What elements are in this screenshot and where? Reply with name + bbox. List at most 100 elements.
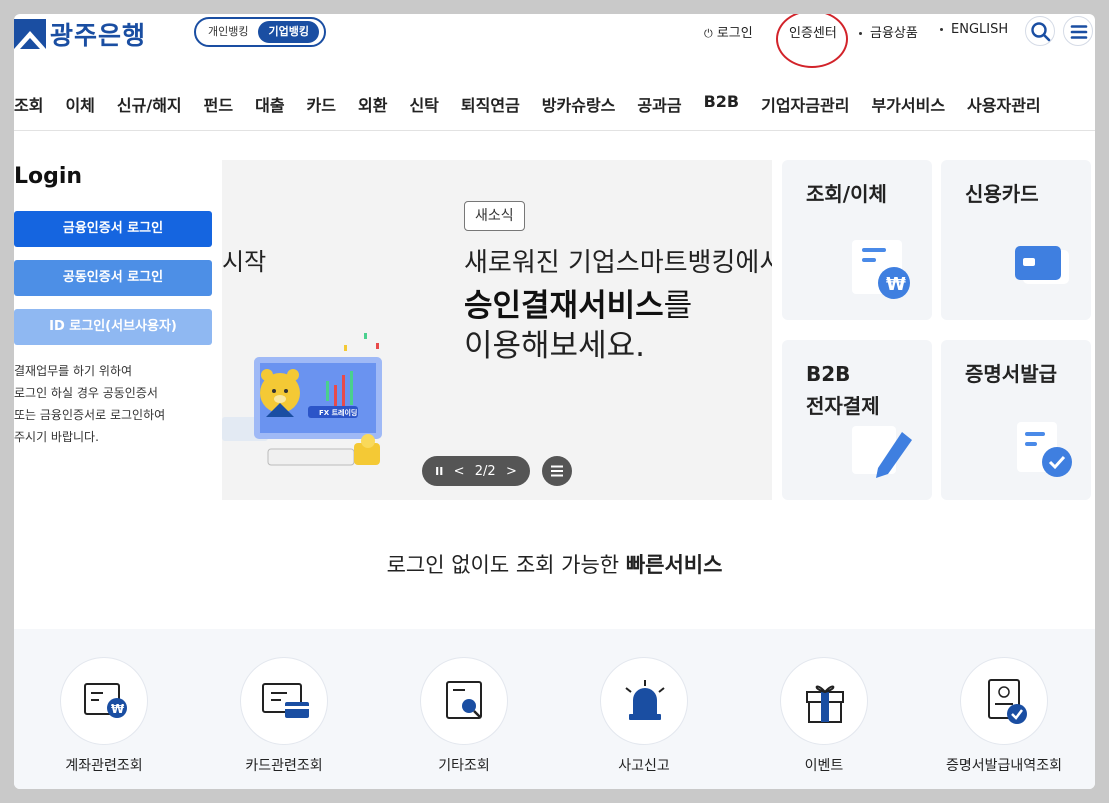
login-desc-line: 주시기 바랍니다. bbox=[14, 430, 99, 444]
nav-item-forex[interactable]: 외환 bbox=[358, 92, 387, 116]
banner-pager: II < 2/2 > bbox=[422, 456, 530, 486]
nav-item-trust[interactable]: 신탁 bbox=[409, 92, 438, 116]
banking-toggle[interactable]: 개인뱅킹 기업뱅킹 bbox=[194, 17, 326, 47]
news-tag: 새소식 bbox=[464, 201, 525, 231]
page-frame: 광주은행 개인뱅킹 기업뱅킹 ⏻ 로그인 인증센터 금융상품 ENGLISH 조… bbox=[14, 14, 1095, 789]
menu-button[interactable] bbox=[1063, 16, 1093, 46]
fast-service-area: ₩ 계좌관련조회 카드관련조회 기타조회 사고신고 이벤트 증명서발급내역조회 bbox=[14, 629, 1095, 789]
hamburger-icon bbox=[1070, 25, 1088, 39]
card-title: 조회/이체 bbox=[806, 182, 887, 206]
banner-line-2-bold: 승인결재서비스 bbox=[464, 288, 664, 324]
banner-list-button[interactable] bbox=[542, 456, 572, 486]
svc-certificate-history[interactable]: 증명서발급내역조회 bbox=[944, 657, 1064, 775]
credit-card-icon bbox=[1015, 246, 1069, 284]
nav-item-additional[interactable]: 부가서비스 bbox=[871, 92, 945, 116]
nav-item-inquiry[interactable]: 조회 bbox=[14, 92, 43, 116]
card-title: B2B 전자결제 bbox=[806, 362, 880, 418]
highlight-circle bbox=[776, 14, 848, 68]
toggle-personal[interactable]: 개인뱅킹 bbox=[198, 21, 258, 43]
next-button[interactable]: > bbox=[506, 464, 517, 479]
svc-other-inquiry[interactable]: 기타조회 bbox=[404, 657, 524, 775]
login-desc-line: 또는 금융인증서로 로그인하여 bbox=[14, 408, 166, 422]
card-b2b-payment[interactable]: B2B 전자결제 bbox=[782, 340, 932, 500]
banner-line-1: 새로워진 기업스마트뱅킹에서 bbox=[464, 248, 772, 278]
nav-item-fund[interactable]: 펀드 bbox=[204, 92, 233, 116]
bank-logo[interactable]: 광주은행 bbox=[14, 16, 146, 52]
joint-cert-login-button[interactable]: 공동인증서 로그인 bbox=[14, 260, 212, 296]
banner-line-2-rest: 를 bbox=[663, 288, 693, 324]
nav-divider bbox=[14, 130, 1095, 131]
toggle-business[interactable]: 기업뱅킹 bbox=[258, 21, 319, 43]
card-title: 신용카드 bbox=[965, 182, 1039, 206]
products-label: 금융상품 bbox=[870, 26, 918, 41]
svc-label: 기타조회 bbox=[438, 758, 490, 774]
won-document-icon: ₩ bbox=[852, 240, 910, 299]
fast-service-title: 로그인 없이도 조회 가능한 빠른서비스 bbox=[14, 549, 1095, 579]
svc-label: 이벤트 bbox=[804, 758, 844, 774]
account-won-icon: ₩ bbox=[60, 657, 148, 745]
main-nav: 조회 이체 신규/해지 펀드 대출 카드 외환 신탁 퇴직연금 방카슈랑스 공과… bbox=[14, 92, 1095, 116]
certificate-check-icon bbox=[960, 657, 1048, 745]
banner-illustration: FX 트레이딩 bbox=[222, 325, 392, 475]
svc-card-inquiry[interactable]: 카드관련조회 bbox=[224, 657, 344, 775]
pause-button[interactable]: II bbox=[435, 465, 443, 478]
bank-name: 광주은행 bbox=[50, 21, 147, 50]
magnifier-document-icon bbox=[420, 657, 508, 745]
nav-item-card[interactable]: 카드 bbox=[307, 92, 336, 116]
pencil-document-icon bbox=[852, 426, 912, 478]
login-desc-line: 결재업무를 하기 위하여 bbox=[14, 364, 133, 378]
nav-item-utility[interactable]: 공과금 bbox=[637, 92, 681, 116]
banner-line-3: 이용해보세요. bbox=[464, 328, 645, 364]
main-banner[interactable]: 시작 FX 트레이딩 새소식 새로워진 기업스마트뱅킹에서 승인결재서비스를 이… bbox=[222, 160, 772, 500]
svc-label: 카드관련조회 bbox=[245, 758, 323, 774]
nav-item-open-close[interactable]: 신규/해지 bbox=[117, 92, 182, 116]
svc-label: 증명서발급내역조회 bbox=[946, 758, 1062, 774]
login-desc-line: 로그인 하실 경우 공동인증서 bbox=[14, 386, 158, 400]
card-title: 증명서발급 bbox=[965, 362, 1057, 386]
nav-item-cash-management[interactable]: 기업자금관리 bbox=[761, 92, 849, 116]
gift-icon bbox=[780, 657, 868, 745]
nav-item-b2b[interactable]: B2B bbox=[704, 92, 740, 116]
bank-logo-icon bbox=[14, 19, 46, 49]
fx-label: FX 트레이딩 bbox=[319, 408, 357, 417]
bullet-icon bbox=[940, 28, 943, 31]
header: 광주은행 개인뱅킹 기업뱅킹 ⏻ 로그인 인증센터 금융상품 ENGLISH bbox=[14, 14, 1095, 68]
svc-accident-report[interactable]: 사고신고 bbox=[584, 657, 704, 775]
card-credit-card[interactable]: 신용카드 bbox=[941, 160, 1091, 320]
login-link[interactable]: ⏻ 로그인 bbox=[704, 22, 753, 41]
svc-event[interactable]: 이벤트 bbox=[764, 657, 884, 775]
english-label: ENGLISH bbox=[951, 22, 1009, 37]
login-title: Login bbox=[14, 164, 83, 189]
card-monitor-icon bbox=[240, 657, 328, 745]
nav-item-user-admin[interactable]: 사용자관리 bbox=[967, 92, 1041, 116]
prev-button[interactable]: < bbox=[454, 464, 465, 479]
page-indicator: 2/2 bbox=[474, 463, 496, 479]
nav-item-bancassurance[interactable]: 방카슈랑스 bbox=[542, 92, 616, 116]
english-link[interactable]: ENGLISH bbox=[940, 22, 1008, 37]
list-icon bbox=[551, 465, 563, 477]
svc-label: 사고신고 bbox=[618, 758, 670, 774]
bullet-icon bbox=[859, 32, 862, 35]
svg-text:₩: ₩ bbox=[886, 274, 906, 295]
svg-text:₩: ₩ bbox=[111, 702, 125, 716]
financial-cert-login-button[interactable]: 금융인증서 로그인 bbox=[14, 211, 212, 247]
nav-item-transfer[interactable]: 이체 bbox=[65, 92, 94, 116]
fast-title-bold: 빠른서비스 bbox=[625, 553, 723, 577]
login-link-label: 로그인 bbox=[716, 26, 753, 41]
power-icon: ⏻ bbox=[704, 27, 713, 40]
svc-account-inquiry[interactable]: ₩ 계좌관련조회 bbox=[44, 657, 164, 775]
card-certificate[interactable]: 증명서발급 bbox=[941, 340, 1091, 500]
search-button[interactable] bbox=[1025, 16, 1055, 46]
siren-icon bbox=[600, 657, 688, 745]
svc-label: 계좌관련조회 bbox=[65, 758, 143, 774]
products-link[interactable]: 금융상품 bbox=[859, 22, 918, 41]
search-icon bbox=[1031, 22, 1051, 42]
check-document-icon bbox=[1017, 422, 1072, 477]
fast-title-normal: 로그인 없이도 조회 가능한 bbox=[386, 553, 626, 577]
card-inquiry-transfer[interactable]: 조회/이체 ₩ bbox=[782, 160, 932, 320]
banner-prev-text: 시작 bbox=[222, 248, 267, 276]
nav-item-pension[interactable]: 퇴직연금 bbox=[461, 92, 520, 116]
id-login-button[interactable]: ID 로그인(서브사용자) bbox=[14, 309, 212, 345]
login-description: 결재업무를 하기 위하여 로그인 하실 경우 공동인증서 또는 금융인증서로 로… bbox=[14, 360, 165, 448]
nav-item-loan[interactable]: 대출 bbox=[255, 92, 284, 116]
